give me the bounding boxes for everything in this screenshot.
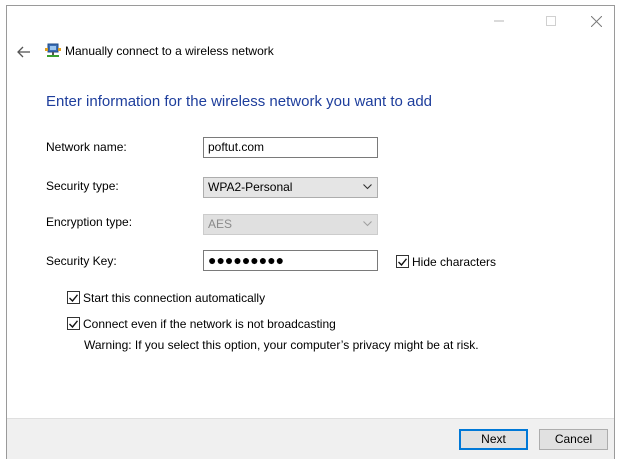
- checkmark-icon: [69, 293, 78, 302]
- security-key-label: Security Key:: [46, 254, 117, 268]
- connect-not-broadcasting-label: Connect even if the network is not broad…: [83, 317, 336, 331]
- dialog-window: Manually connect to a wireless network E…: [6, 5, 615, 459]
- network-name-label: Network name:: [46, 140, 127, 154]
- close-icon: [590, 15, 602, 27]
- security-type-select[interactable]: WPA2-Personal: [203, 177, 378, 198]
- maximize-icon: [546, 16, 556, 26]
- start-automatically-label: Start this connection automatically: [83, 291, 266, 305]
- back-arrow-icon: [17, 46, 30, 58]
- connect-not-broadcasting-checkbox[interactable]: [67, 317, 80, 330]
- minimize-icon: [494, 20, 504, 22]
- network-icon: [45, 43, 61, 59]
- start-automatically-checkbox[interactable]: [67, 291, 80, 304]
- checkmark-icon: [69, 319, 78, 328]
- chevron-down-icon: [363, 184, 372, 190]
- privacy-warning-text: Warning: If you select this option, your…: [84, 338, 479, 352]
- minimize-button[interactable]: [476, 6, 522, 36]
- cancel-button[interactable]: Cancel: [539, 429, 608, 450]
- hide-characters-label: Hide characters: [412, 255, 497, 269]
- close-button[interactable]: [573, 6, 619, 36]
- encryption-type-value: AES: [208, 217, 233, 231]
- page-heading: Enter information for the wireless netwo…: [46, 93, 433, 110]
- window-title: Manually connect to a wireless network: [65, 44, 274, 58]
- next-button[interactable]: Next: [459, 429, 528, 450]
- maximize-button[interactable]: [528, 6, 574, 36]
- encryption-type-label: Encryption type:: [46, 215, 133, 229]
- dialog-footer: Next Cancel: [7, 418, 614, 459]
- network-name-value: poftut.com: [208, 140, 265, 154]
- hide-characters-checkbox[interactable]: [396, 255, 409, 268]
- chevron-down-icon: [363, 221, 372, 227]
- checkmark-icon: [398, 257, 407, 266]
- back-button[interactable]: [13, 41, 35, 63]
- security-key-masked-value: ●●●●●●●●●: [208, 252, 285, 268]
- security-type-value: WPA2-Personal: [208, 180, 293, 194]
- security-type-label: Security type:: [46, 179, 119, 193]
- security-key-input[interactable]: ●●●●●●●●●: [203, 250, 378, 271]
- encryption-type-select: AES: [203, 214, 378, 235]
- network-name-input[interactable]: poftut.com: [203, 137, 378, 158]
